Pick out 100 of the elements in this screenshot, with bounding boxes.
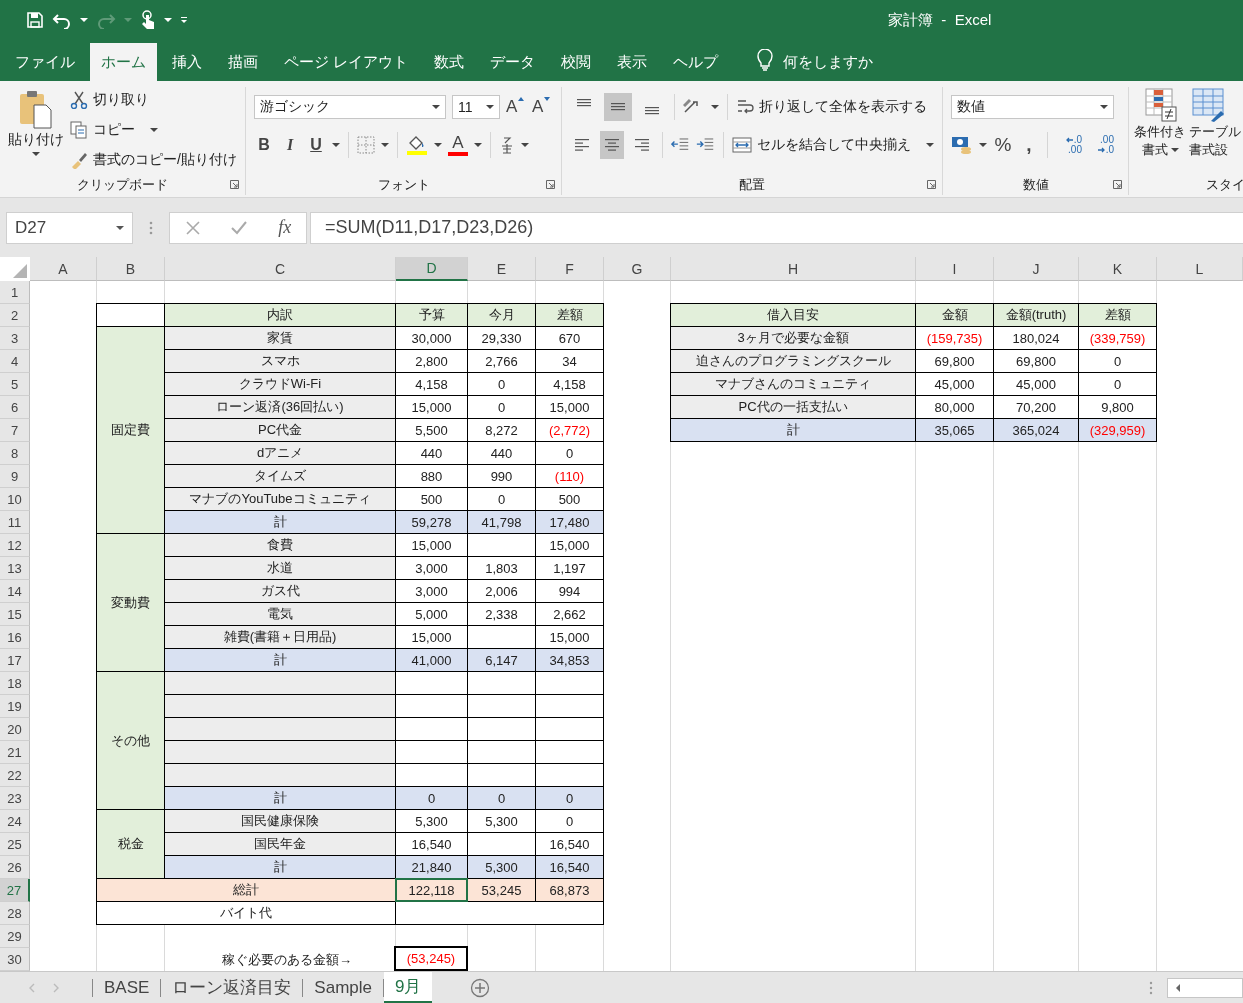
wrap-text-button[interactable]: 折り返して全体を表示する xyxy=(736,94,927,120)
caret-icon[interactable] xyxy=(332,142,340,148)
format-painter-button[interactable]: 書式のコピー/貼り付け xyxy=(70,147,237,173)
row-header[interactable]: 12 xyxy=(0,534,30,557)
increase-decimal-button[interactable]: .0 .00 xyxy=(1056,135,1082,155)
row-header[interactable]: 28 xyxy=(0,902,30,925)
vertical-align-button[interactable] xyxy=(604,93,632,121)
row-header[interactable]: 23 xyxy=(0,787,30,810)
column-header[interactable]: H xyxy=(671,257,916,281)
row-header[interactable]: 26 xyxy=(0,856,30,879)
font-name-field[interactable]: 游ゴシック xyxy=(254,95,446,119)
sheet-tab[interactable]: Sample xyxy=(303,972,383,1003)
row-header[interactable]: 3 xyxy=(0,327,30,350)
row-header[interactable]: 17 xyxy=(0,649,30,672)
name-box[interactable]: D27 xyxy=(6,211,133,244)
phonetic-icon[interactable] xyxy=(499,136,515,154)
percent-button[interactable]: % xyxy=(993,133,1013,157)
caret-icon[interactable] xyxy=(381,142,389,148)
add-sheet-icon[interactable] xyxy=(470,977,491,998)
currency-icon[interactable] xyxy=(951,135,973,155)
sheet-tab[interactable]: 9月 xyxy=(384,972,433,1003)
tell-me-search[interactable]: 何をしますか xyxy=(783,43,874,81)
comma-button[interactable]: , xyxy=(1019,133,1039,157)
row-header[interactable]: 13 xyxy=(0,557,30,580)
conditional-formatting-button[interactable]: 条件付き 書式 xyxy=(1131,87,1189,175)
row-header[interactable]: 9 xyxy=(0,465,30,488)
row-header[interactable]: 2 xyxy=(0,304,30,327)
shrink-font-button[interactable]: A xyxy=(532,95,552,119)
column-header[interactable]: I xyxy=(916,257,994,281)
horizontal-scrollbar[interactable] xyxy=(1167,977,1243,998)
caret-icon[interactable] xyxy=(80,17,88,23)
ribbon-tab[interactable]: 表示 xyxy=(606,43,659,81)
column-header[interactable]: E xyxy=(468,257,536,281)
ribbon-tab[interactable]: 数式 xyxy=(423,43,476,81)
ribbon-tab[interactable]: 描画 xyxy=(217,43,269,81)
ribbon-tab[interactable]: ページ レイアウト xyxy=(273,43,420,81)
fill-color-icon[interactable] xyxy=(406,135,428,155)
undo-icon[interactable] xyxy=(52,11,72,29)
dialog-launcher-icon[interactable] xyxy=(546,180,555,189)
font-color-button[interactable]: A xyxy=(448,134,468,156)
column-header[interactable]: G xyxy=(604,257,671,281)
ribbon-tab[interactable]: ヘルプ xyxy=(662,43,730,81)
row-header[interactable]: 24 xyxy=(0,810,30,833)
row-header[interactable]: 8 xyxy=(0,442,30,465)
bold-button[interactable]: B xyxy=(254,133,274,157)
column-header[interactable]: J xyxy=(994,257,1079,281)
column-header[interactable]: K xyxy=(1079,257,1157,281)
italic-button[interactable]: I xyxy=(280,133,300,157)
underline-button[interactable]: U xyxy=(306,133,326,157)
row-header[interactable]: 10 xyxy=(0,488,30,511)
row-header[interactable]: 15 xyxy=(0,603,30,626)
column-header[interactable]: F xyxy=(536,257,604,281)
sheet-tab[interactable]: BASE xyxy=(93,972,161,1003)
row-header[interactable]: 4 xyxy=(0,350,30,373)
arrow-left-icon[interactable] xyxy=(1174,982,1182,993)
ribbon-tab[interactable]: 挿入 xyxy=(161,43,213,81)
touch-mode-icon[interactable] xyxy=(140,10,156,30)
row-header[interactable]: 11 xyxy=(0,511,30,534)
caret-icon[interactable] xyxy=(711,104,719,110)
horizontal-align-button[interactable] xyxy=(600,131,625,159)
column-header[interactable]: L xyxy=(1157,257,1243,281)
row-header[interactable]: 21 xyxy=(0,741,30,764)
row-header[interactable]: 16 xyxy=(0,626,30,649)
ribbon-tab[interactable]: 校閲 xyxy=(550,43,603,81)
row-header[interactable]: 1 xyxy=(0,281,30,304)
insert-function-button[interactable]: fx xyxy=(278,217,292,238)
cut-button[interactable]: 切り取り xyxy=(70,87,237,113)
ribbon-tab[interactable]: ファイル xyxy=(4,43,86,81)
dialog-launcher-icon[interactable] xyxy=(927,180,936,189)
dialog-launcher-icon[interactable] xyxy=(1113,180,1122,189)
sheet-tab[interactable]: ローン返済目安 xyxy=(161,972,303,1003)
formula-field[interactable]: =SUM(D11,D17,D23,D26) xyxy=(310,211,1243,244)
caret-icon[interactable] xyxy=(979,142,987,148)
ribbon-tab[interactable]: ホーム xyxy=(90,43,157,81)
row-header[interactable]: 30 xyxy=(0,948,30,971)
row-header[interactable]: 25 xyxy=(0,833,30,856)
customize-icon[interactable] xyxy=(180,16,188,24)
row-header[interactable]: 14 xyxy=(0,580,30,603)
save-icon[interactable] xyxy=(26,11,44,29)
row-header[interactable]: 18 xyxy=(0,672,30,695)
row-header[interactable]: 22 xyxy=(0,764,30,787)
decrease-decimal-button[interactable]: .00 .0 xyxy=(1088,135,1114,155)
grow-font-button[interactable]: A xyxy=(506,95,526,119)
format-as-table-button[interactable]: テーブル 書式設 xyxy=(1189,87,1243,175)
merge-center-button[interactable]: セルを結合して中央揃え xyxy=(732,132,934,158)
row-header[interactable]: 5 xyxy=(0,373,30,396)
caret-icon[interactable] xyxy=(164,17,172,23)
caret-icon[interactable] xyxy=(521,142,529,148)
font-size-field[interactable]: 11 xyxy=(452,95,500,119)
column-header[interactable]: D xyxy=(396,257,468,281)
row-header[interactable]: 20 xyxy=(0,718,30,741)
number-format-field[interactable]: 数値 xyxy=(951,95,1114,119)
row-header[interactable]: 29 xyxy=(0,925,30,948)
row-header[interactable]: 27 xyxy=(0,879,30,902)
row-header[interactable]: 6 xyxy=(0,396,30,419)
column-header[interactable]: C xyxy=(165,257,396,281)
caret-icon[interactable] xyxy=(434,142,442,148)
row-header[interactable]: 19 xyxy=(0,695,30,718)
ribbon-tab[interactable]: データ xyxy=(479,43,547,81)
caret-icon[interactable] xyxy=(474,142,482,148)
